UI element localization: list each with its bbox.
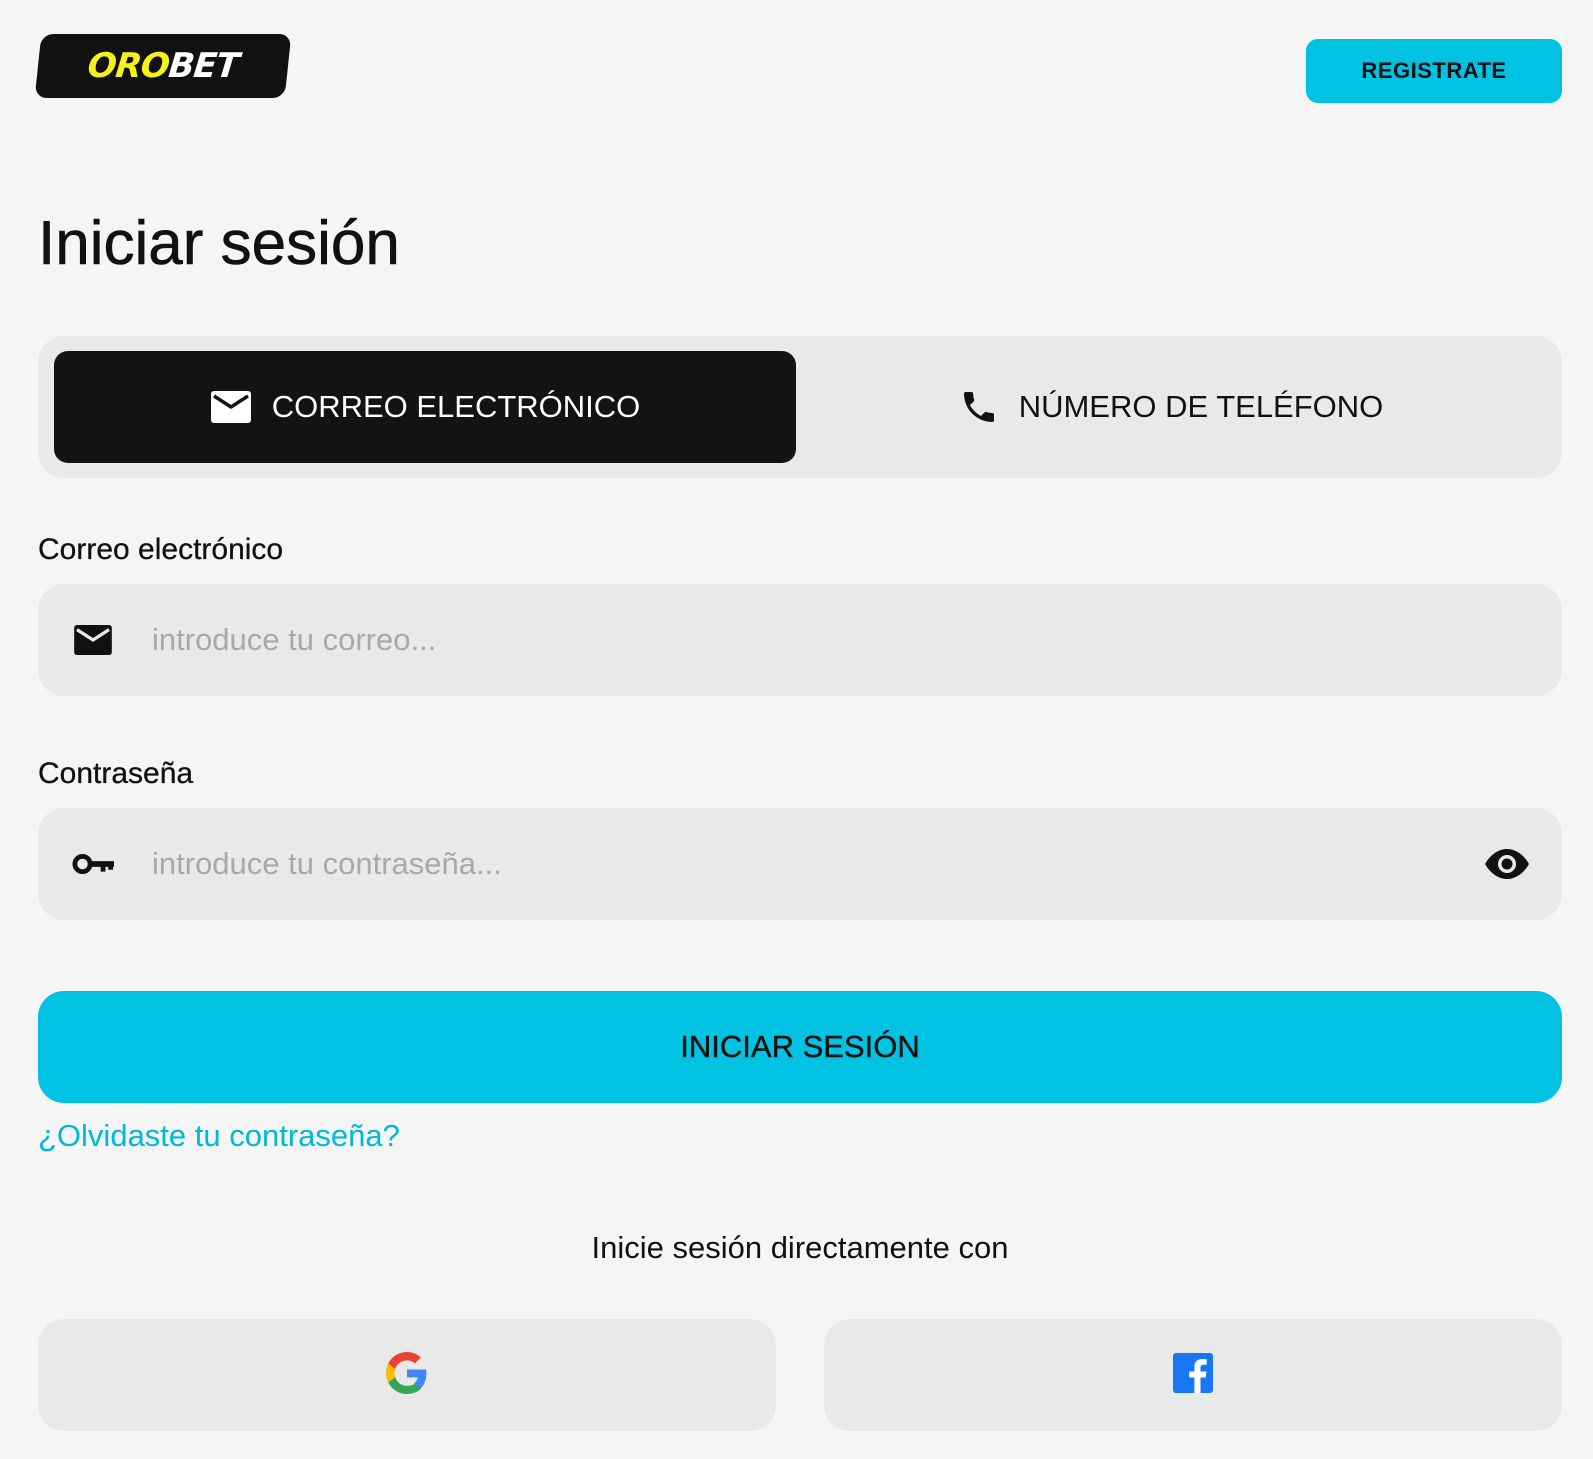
facebook-icon <box>1173 1352 1213 1398</box>
password-field-container <box>38 808 1562 920</box>
email-field-container <box>38 584 1562 696</box>
forgot-password-link[interactable]: ¿Olvidaste tu contraseña? <box>38 1118 400 1154</box>
page-title: Iniciar sesión <box>38 209 400 279</box>
logo-text: OROBET <box>85 46 241 86</box>
orobet-logo[interactable]: OROBET <box>34 34 292 98</box>
tab-email[interactable]: CORREO ELECTRÓNICO <box>54 351 796 463</box>
eye-icon[interactable] <box>1484 844 1530 884</box>
tab-phone[interactable]: NÚMERO DE TELÉFONO <box>796 351 1546 463</box>
email-input[interactable] <box>152 584 1432 696</box>
tab-phone-label: NÚMERO DE TELÉFONO <box>1018 389 1384 424</box>
google-login-button[interactable] <box>38 1319 776 1431</box>
social-login-caption: Inicie sesión directamente con <box>591 1230 1009 1265</box>
password-label: Contraseña <box>38 757 194 790</box>
google-icon <box>386 1351 428 1399</box>
mail-icon <box>210 390 252 424</box>
login-method-tabs: CORREO ELECTRÓNICO NÚMERO DE TELÉFONO <box>38 336 1562 478</box>
email-label: Correo electrónico <box>38 533 284 566</box>
phone-icon <box>959 387 999 427</box>
login-page: OROBET REGISTRATE Iniciar sesión CORREO … <box>0 0 1593 1459</box>
register-button[interactable]: REGISTRATE <box>1306 39 1562 103</box>
password-input[interactable] <box>152 808 1432 920</box>
tab-email-label: CORREO ELECTRÓNICO <box>271 389 641 424</box>
key-icon <box>72 844 114 884</box>
facebook-login-button[interactable] <box>824 1319 1562 1431</box>
mail-icon <box>72 620 114 660</box>
login-submit-button[interactable]: INICIAR SESIÓN <box>38 991 1562 1103</box>
